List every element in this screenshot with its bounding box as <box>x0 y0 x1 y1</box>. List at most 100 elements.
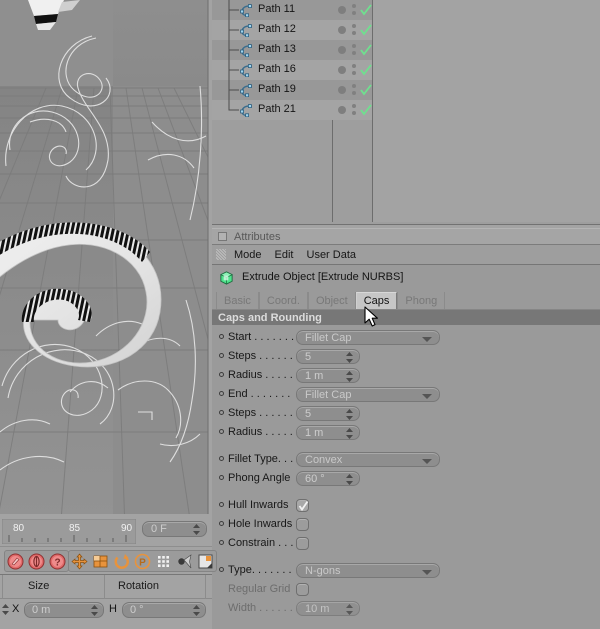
timeline-ruler[interactable]: 80 85 90 <box>2 519 136 544</box>
render-visibility-dot-bottom[interactable] <box>352 111 356 115</box>
green-check-icon[interactable] <box>360 43 372 56</box>
attributes-field-list[interactable]: Start . . . . . . . Fillet Cap Steps . . .… <box>212 325 600 618</box>
spinner-steps[interactable]: 5 <box>296 349 360 364</box>
scale-key-button[interactable] <box>90 551 111 571</box>
render-visibility-dot-bottom[interactable] <box>352 71 356 75</box>
animate-bullet-icon[interactable] <box>219 502 224 507</box>
keyframe-selection-button[interactable]: ? <box>47 551 68 571</box>
animate-bullet-icon[interactable] <box>219 391 224 396</box>
panel-icon[interactable] <box>218 232 227 241</box>
autokeying-button[interactable] <box>195 551 216 571</box>
dropdown-type[interactable]: N-gons <box>296 563 440 578</box>
keyframe-record-group[interactable]: ? <box>4 550 69 572</box>
spinner-width[interactable]: 10 m <box>296 601 360 616</box>
tab-caps[interactable]: Caps <box>355 292 398 309</box>
object-row-toggles[interactable] <box>332 40 372 60</box>
animate-bullet-icon[interactable] <box>219 540 224 545</box>
object-row[interactable]: Path 12 <box>212 20 332 40</box>
object-row[interactable]: Path 16 <box>212 60 332 80</box>
animate-bullet-icon[interactable] <box>219 353 224 358</box>
parameter-key-button[interactable]: P <box>132 551 153 571</box>
autokey-button[interactable] <box>26 551 47 571</box>
green-check-icon[interactable] <box>360 103 372 116</box>
chevron-down-icon[interactable] <box>422 337 432 342</box>
coordinate-row-x[interactable]: X 0 m H 0 ° <box>0 599 212 621</box>
drag-grip-icon[interactable] <box>216 249 226 260</box>
spinner-steps[interactable]: 5 <box>296 406 360 421</box>
render-visibility-dot-top[interactable] <box>352 104 356 108</box>
attributes-menubar[interactable]: Mode Edit User Data <box>212 245 600 265</box>
spinner-arrows-icon[interactable] <box>346 428 353 439</box>
tab-basic[interactable]: Basic <box>216 292 259 309</box>
object-row[interactable]: Path 13 <box>212 40 332 60</box>
rotation-key-button[interactable] <box>111 551 132 571</box>
object-row-toggles[interactable] <box>332 20 372 40</box>
green-check-icon[interactable] <box>360 83 372 96</box>
dropdown-fillet-type[interactable]: Convex <box>296 452 440 467</box>
spinner-arrows-icon[interactable] <box>193 524 200 535</box>
current-frame-field[interactable]: 0 F <box>142 521 207 537</box>
object-row-toggles[interactable] <box>332 60 372 80</box>
green-check-icon[interactable] <box>360 23 372 36</box>
render-visibility-dot-bottom[interactable] <box>352 31 356 35</box>
coordinate-manager[interactable]: Size Rotation X 0 m H 0 ° <box>0 574 212 629</box>
green-check-icon[interactable] <box>360 63 372 76</box>
object-manager-marks[interactable] <box>332 0 372 120</box>
animate-bullet-icon[interactable] <box>219 521 224 526</box>
plugin-key-button[interactable] <box>174 551 195 571</box>
chevron-down-icon[interactable] <box>422 570 432 575</box>
animate-bullet-icon[interactable] <box>219 475 224 480</box>
spinner-arrows-icon[interactable] <box>346 409 353 420</box>
spinner-arrows-icon[interactable] <box>346 352 353 363</box>
chevron-down-icon[interactable] <box>422 394 432 399</box>
object-row-toggles[interactable] <box>332 0 372 20</box>
object-row[interactable]: Path 21 <box>212 100 332 120</box>
spinner-arrows-icon[interactable] <box>2 604 9 615</box>
animate-bullet-icon[interactable] <box>219 334 224 339</box>
dropdown-end[interactable]: Fillet Cap <box>296 387 440 402</box>
spinner-arrows-icon[interactable] <box>346 604 353 615</box>
editor-visibility-dot[interactable] <box>338 106 346 114</box>
size-x-field[interactable]: 0 m <box>24 602 104 618</box>
tab-phong[interactable]: Phong <box>397 292 446 309</box>
tab-coord[interactable]: Coord. <box>258 292 308 309</box>
animate-bullet-icon[interactable] <box>219 456 224 461</box>
animation-toolbar[interactable]: ? P <box>0 546 217 574</box>
spinner-arrows-icon[interactable] <box>193 605 200 616</box>
object-manager-list[interactable]: Path 11 Path 12 Path 13 Path 16 Path 19 Path … <box>212 0 332 120</box>
attributes-tab-bar[interactable]: Basic Coord. Object Caps Phong <box>212 289 600 309</box>
render-visibility-dot-top[interactable] <box>352 64 356 68</box>
point-level-anim-button[interactable] <box>153 551 174 571</box>
animate-bullet-icon[interactable] <box>219 410 224 415</box>
rotation-h-field[interactable]: 0 ° <box>122 602 206 618</box>
perspective-viewport[interactable] <box>0 0 212 517</box>
render-visibility-dot-top[interactable] <box>352 4 356 8</box>
record-keyframe-button[interactable] <box>5 551 26 571</box>
editor-visibility-dot[interactable] <box>338 26 346 34</box>
object-manager[interactable]: Path 11 Path 12 Path 13 Path 16 Path 19 Path … <box>212 0 600 228</box>
spinner-phong-angle[interactable]: 60 ° <box>296 471 360 486</box>
render-visibility-dot-bottom[interactable] <box>352 51 356 55</box>
spinner-arrows-icon[interactable] <box>91 605 98 616</box>
spinner-arrows-icon[interactable] <box>346 474 353 485</box>
checkbox-hull-inwards[interactable] <box>296 499 309 512</box>
checkbox-regular-grid[interactable] <box>296 583 309 596</box>
menu-item-mode[interactable]: Mode <box>234 249 262 261</box>
object-row[interactable]: Path 19 <box>212 80 332 100</box>
spinner-radius[interactable]: 1 m <box>296 368 360 383</box>
object-row-toggles[interactable] <box>332 80 372 100</box>
green-check-icon[interactable] <box>360 3 372 16</box>
object-row[interactable]: Path 11 <box>212 0 332 20</box>
tab-object[interactable]: Object <box>307 292 356 309</box>
dropdown-start[interactable]: Fillet Cap <box>296 330 440 345</box>
position-key-button[interactable] <box>69 551 90 571</box>
editor-visibility-dot[interactable] <box>338 6 346 14</box>
animate-bullet-icon[interactable] <box>219 567 224 572</box>
render-visibility-dot-bottom[interactable] <box>352 11 356 15</box>
menu-item-user-data[interactable]: User Data <box>307 249 357 261</box>
editor-visibility-dot[interactable] <box>338 86 346 94</box>
editor-visibility-dot[interactable] <box>338 66 346 74</box>
render-visibility-dot-top[interactable] <box>352 24 356 28</box>
render-visibility-dot-top[interactable] <box>352 44 356 48</box>
checkbox-hole-inwards[interactable] <box>296 518 309 531</box>
